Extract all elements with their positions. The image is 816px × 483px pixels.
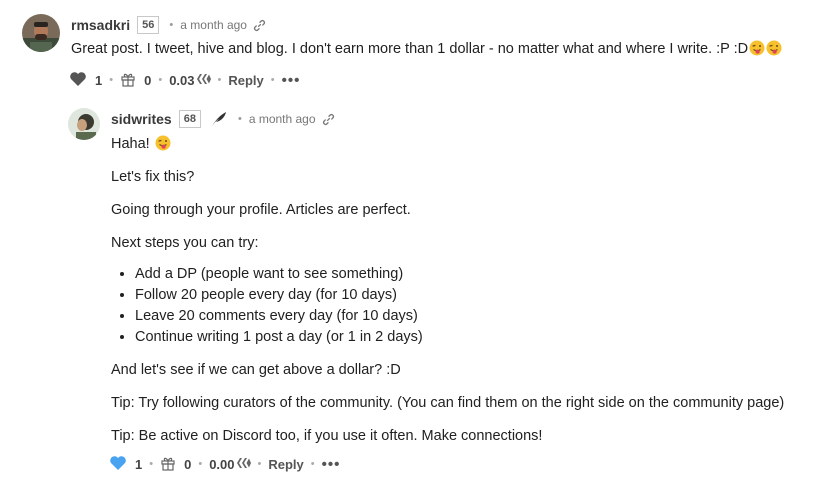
- quill-feather-icon: [210, 110, 228, 128]
- vote-count[interactable]: 1: [95, 73, 102, 88]
- separator-dot: •: [237, 113, 242, 125]
- heart-upvote-icon[interactable]: [109, 455, 127, 474]
- comment-body: sidwrites 68 • a month ago Haha! Let's f…: [109, 108, 801, 474]
- permalink-icon[interactable]: [253, 19, 266, 32]
- comment-paragraph: And let's see if we can get above a doll…: [111, 362, 401, 378]
- list-item: Follow 20 people every day (for 10 days): [135, 285, 801, 306]
- separator-dot: •: [257, 458, 262, 470]
- gift-icon[interactable]: [120, 71, 136, 90]
- gift-count[interactable]: 0: [144, 73, 151, 88]
- gift-count[interactable]: 0: [184, 457, 191, 472]
- comment-actions: 1 • 0 • 0.03 • Reply • •••: [69, 70, 806, 90]
- heart-upvote-icon[interactable]: [69, 71, 87, 90]
- separator-dot: •: [169, 19, 174, 31]
- separator-dot: •: [217, 74, 222, 86]
- separator-dot: •: [198, 458, 203, 470]
- timestamp[interactable]: a month ago: [249, 112, 316, 126]
- separator-dot: •: [310, 458, 315, 470]
- author-name[interactable]: sidwrites: [111, 111, 172, 127]
- comment-paragraph: Going through your profile. Articles are…: [111, 202, 411, 218]
- avatar[interactable]: [22, 14, 60, 52]
- hive-logo-icon: [196, 73, 211, 88]
- avatar[interactable]: [68, 108, 100, 140]
- reply-button[interactable]: Reply: [228, 73, 263, 88]
- gift-icon[interactable]: [160, 455, 176, 474]
- separator-dot: •: [158, 74, 163, 86]
- separator-dot: •: [149, 458, 154, 470]
- comment-text: Great post. I tweet, hive and blog. I do…: [71, 40, 806, 58]
- comment-text: Haha! Let's fix this? Going through your…: [111, 135, 801, 445]
- comment-header: sidwrites 68 • a month ago: [111, 108, 801, 130]
- steps-list: Add a DP (people want to see something) …: [135, 264, 801, 348]
- separator-dot: •: [270, 74, 275, 86]
- comment-paragraph: Let's fix this?: [111, 169, 195, 185]
- list-item: Continue writing 1 post a day (or 1 in 2…: [135, 327, 801, 348]
- author-name[interactable]: rmsadkri: [71, 17, 130, 33]
- reply-button[interactable]: Reply: [268, 457, 303, 472]
- comment-paragraph: Great post. I tweet, hive and blog. I do…: [71, 41, 749, 57]
- list-item: Leave 20 comments every day (for 10 days…: [135, 306, 801, 327]
- permalink-icon[interactable]: [322, 113, 335, 126]
- payout-value[interactable]: 0.00: [209, 457, 234, 472]
- greeting-text: Haha!: [111, 136, 150, 152]
- comment-header: rmsadkri 56 • a month ago: [71, 14, 806, 36]
- separator-dot: •: [109, 74, 114, 86]
- hive-logo-icon: [236, 457, 251, 472]
- tongue-wink-emoji: [749, 40, 765, 56]
- tongue-wink-emoji: [766, 40, 782, 56]
- vote-count[interactable]: 1: [135, 457, 142, 472]
- tongue-wink-emoji: [155, 135, 171, 151]
- more-options-button[interactable]: •••: [282, 72, 301, 89]
- comment-body: rmsadkri 56 • a month ago Great post. I …: [69, 14, 806, 90]
- more-options-button[interactable]: •••: [322, 456, 341, 473]
- comment-paragraph: Tip: Be active on Discord too, if you us…: [111, 428, 543, 444]
- timestamp[interactable]: a month ago: [180, 18, 247, 32]
- reputation-badge: 56: [137, 16, 160, 34]
- comment-paragraph: Next steps you can try:: [111, 235, 259, 251]
- reputation-badge: 68: [178, 110, 201, 128]
- comment-actions: 1 • 0 • 0.00 • Reply • •••: [109, 454, 801, 474]
- payout-value[interactable]: 0.03: [169, 73, 194, 88]
- list-item: Add a DP (people want to see something): [135, 264, 801, 285]
- comment-paragraph: Tip: Try following curators of the commu…: [111, 395, 785, 411]
